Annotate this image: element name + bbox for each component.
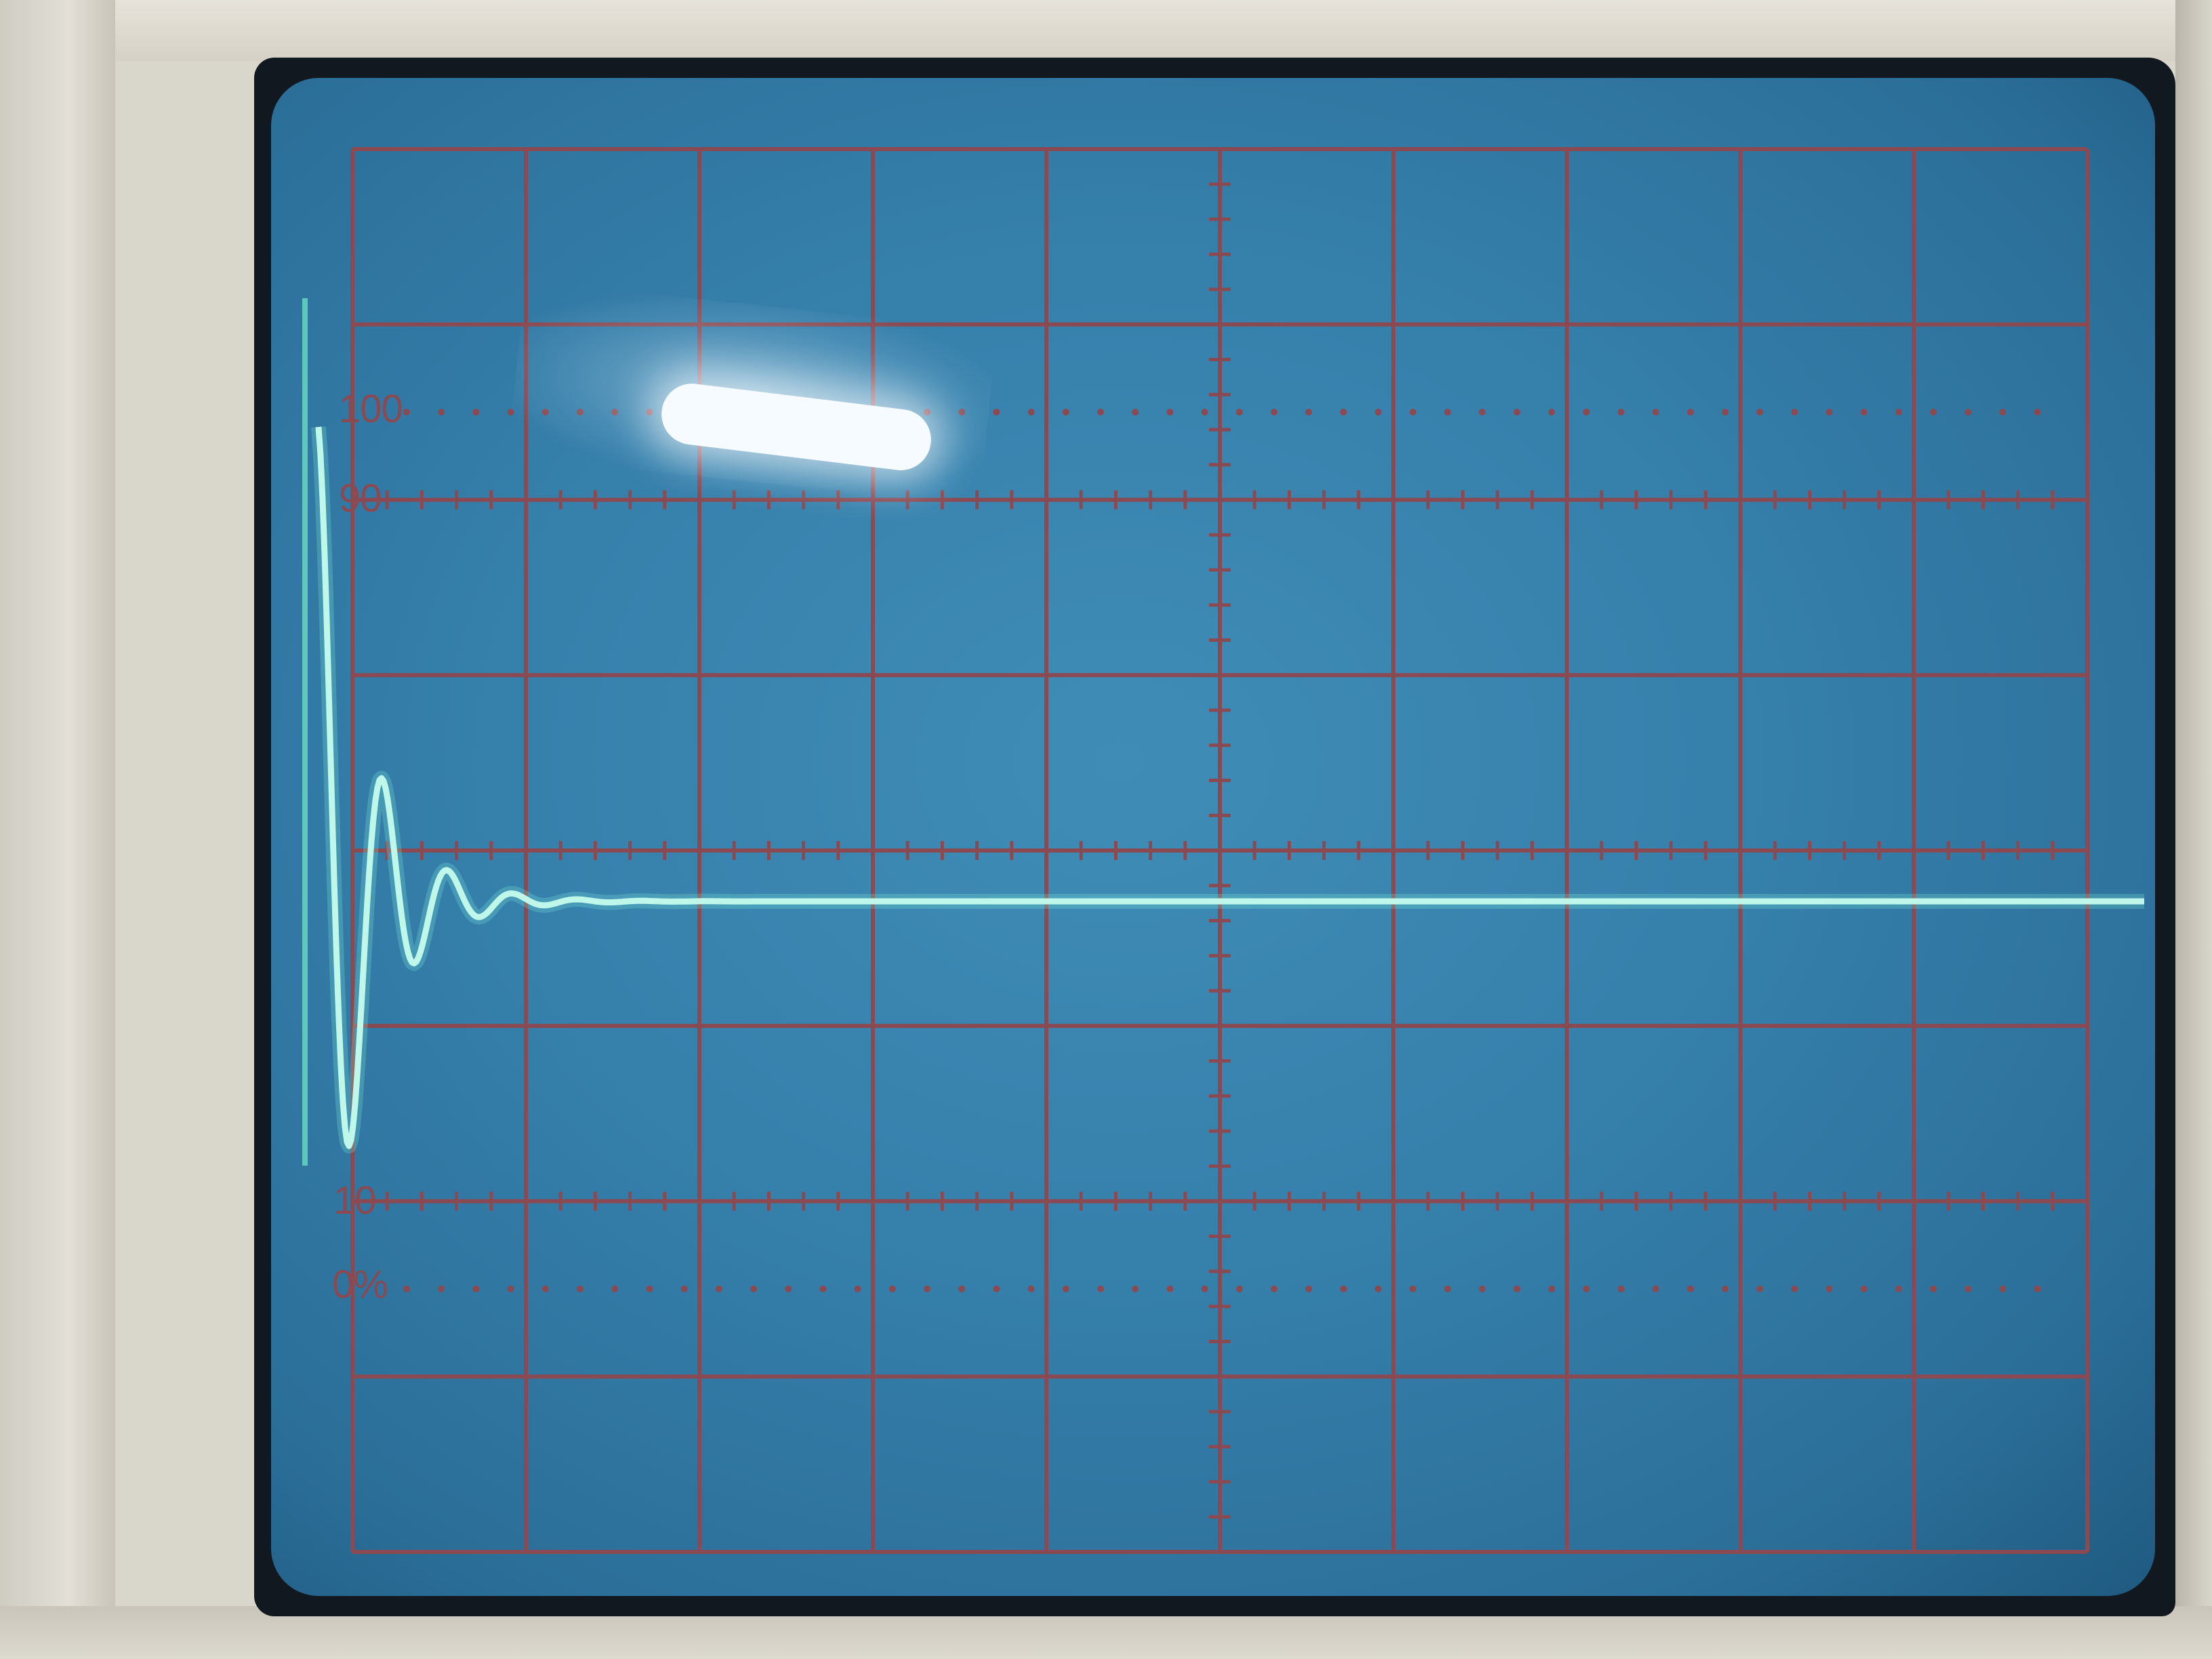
dotted-line-dot — [403, 1285, 410, 1292]
dotted-line-dot — [1271, 1285, 1277, 1292]
dotted-line-dot — [1513, 409, 1521, 416]
dotted-line-dot — [958, 1285, 966, 1292]
dotted-line-dot — [1305, 1285, 1313, 1292]
dotted-line-dot — [1652, 409, 1660, 416]
dotted-line-dot — [1721, 409, 1729, 416]
dotted-line-dot — [1479, 1285, 1486, 1292]
label-90: 90 — [339, 476, 382, 520]
dotted-line-dot — [438, 409, 445, 416]
dotted-line-dot — [1548, 409, 1555, 416]
dotted-line-dot — [1097, 409, 1104, 416]
dotted-line-dot — [1027, 1285, 1035, 1292]
dotted-line-dot — [1271, 409, 1277, 416]
dotted-line-dot — [1027, 409, 1035, 416]
dotted-line-dot — [715, 1285, 722, 1292]
dotted-line-dot — [1409, 409, 1416, 416]
dotted-line-dot — [1340, 409, 1347, 416]
dotted-line-dot — [854, 1285, 861, 1292]
dotted-line-dot — [1791, 1285, 1798, 1292]
dotted-line-dot — [1166, 409, 1174, 416]
dotted-line-dot — [472, 409, 480, 416]
dotted-line-dot — [1444, 409, 1451, 416]
dotted-line-dot — [507, 1285, 514, 1292]
dotted-line-dot — [888, 1285, 896, 1292]
dotted-line-dot — [1826, 1285, 1833, 1292]
dotted-line-dot — [1340, 1285, 1347, 1292]
dotted-line-dot — [646, 1285, 653, 1292]
dotted-line-dot — [1201, 1285, 1208, 1292]
dotted-line-dot — [1687, 409, 1694, 416]
dotted-line-dot — [1826, 409, 1833, 416]
dotted-line-dot — [472, 1285, 480, 1292]
dotted-line-dot — [1374, 1285, 1382, 1292]
dotted-line-dot — [1687, 1285, 1694, 1292]
dotted-line-dot — [1895, 409, 1902, 416]
dotted-line-dot — [1097, 1285, 1104, 1292]
graticule-overlay — [302, 147, 2150, 1554]
dotted-line-dot — [1444, 1285, 1451, 1292]
dotted-line-dot — [1929, 1285, 1937, 1292]
dotted-line-dot — [1791, 409, 1798, 416]
dotted-line-dot — [1860, 409, 1868, 416]
dotted-line-dot — [1305, 409, 1313, 416]
dotted-line-dot — [1062, 409, 1069, 416]
dotted-line-dot — [438, 1285, 445, 1292]
dotted-line-dot — [1548, 1285, 1555, 1292]
dotted-line-dot — [1929, 409, 1937, 416]
label-10: 10 — [333, 1179, 377, 1223]
dotted-line-dot — [819, 1285, 827, 1292]
dotted-line-dot — [1756, 1285, 1763, 1292]
dotted-line-dot — [785, 1285, 792, 1292]
dotted-line-dot — [1235, 1285, 1243, 1292]
dotted-line-dot — [1513, 1285, 1521, 1292]
dotted-line-dot — [680, 1285, 688, 1292]
label-0-percent: 0% — [332, 1263, 388, 1307]
dotted-line-dot — [1132, 1285, 1139, 1292]
dotted-line-dot — [403, 409, 410, 416]
dotted-line-dot — [1409, 1285, 1416, 1292]
dotted-line-dot — [1756, 409, 1763, 416]
dotted-line-dot — [1999, 1285, 2007, 1292]
dotted-line-dot — [1652, 1285, 1660, 1292]
dotted-line-dot — [577, 1285, 583, 1292]
dotted-line-dot — [1582, 409, 1590, 416]
dotted-line-dot — [611, 1285, 619, 1292]
dotted-line-dot — [1479, 409, 1486, 416]
dotted-line-dot — [993, 409, 1000, 416]
dotted-line-dot — [1062, 1285, 1069, 1292]
dotted-line-dot — [1999, 409, 2007, 416]
dotted-line-dot — [924, 1285, 930, 1292]
dotted-line-dot — [1166, 1285, 1174, 1292]
label-100: 100 — [339, 387, 403, 431]
dotted-line-dot — [1721, 1285, 1729, 1292]
dotted-line-dot — [1132, 409, 1139, 416]
dotted-line-dot — [1965, 1285, 1971, 1292]
dotted-line-dot — [1374, 409, 1382, 416]
dotted-line-dot — [2034, 409, 2041, 416]
dotted-line-dot — [1235, 409, 1243, 416]
dotted-line-dot — [993, 1285, 1000, 1292]
dotted-line-dot — [1582, 1285, 1590, 1292]
dotted-line-dot — [1860, 1285, 1868, 1292]
dotted-line-dot — [750, 1285, 757, 1292]
dotted-line-dot — [1965, 409, 1971, 416]
dotted-line-dot — [1201, 409, 1208, 416]
dotted-line-dot — [2034, 1285, 2041, 1292]
dotted-line-dot — [1618, 409, 1624, 416]
dotted-line-dot — [1895, 1285, 1902, 1292]
dotted-line-dot — [1618, 1285, 1624, 1292]
dotted-line-dot — [541, 1285, 549, 1292]
